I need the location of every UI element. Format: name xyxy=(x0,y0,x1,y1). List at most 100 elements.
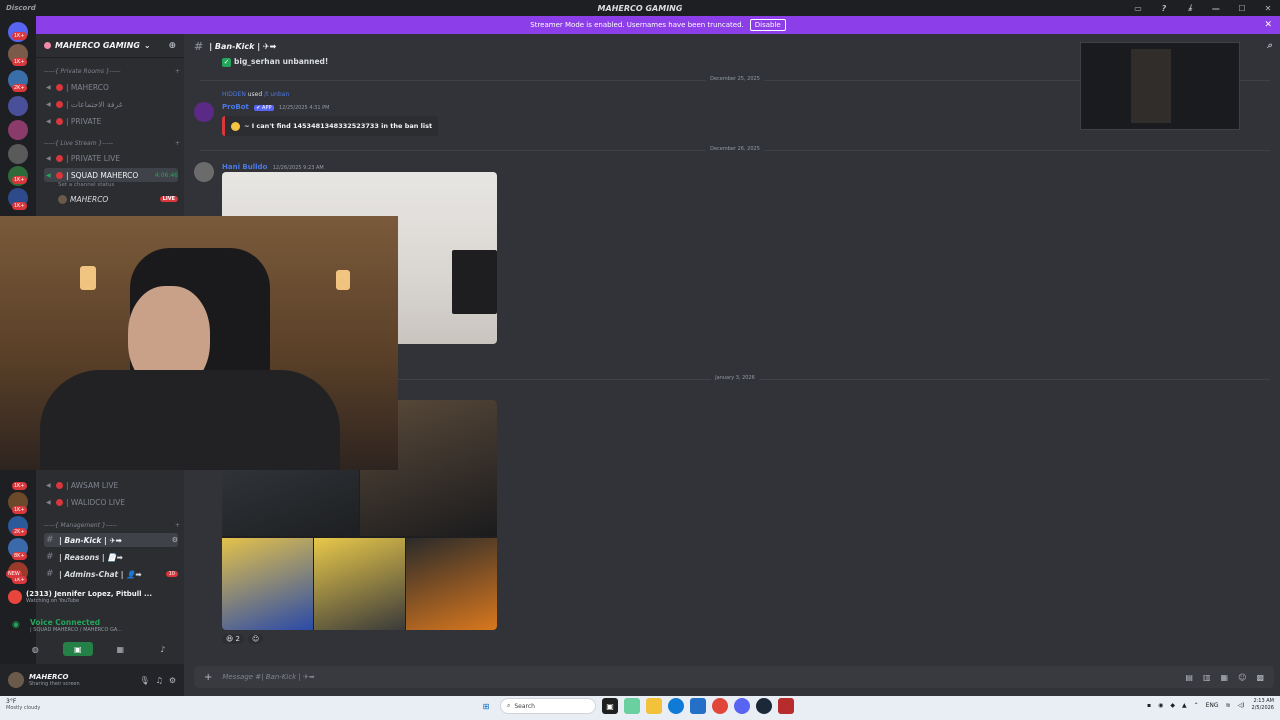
tray-icon[interactable]: ▪ xyxy=(1147,702,1151,709)
server-badge: 1K+ xyxy=(12,32,27,40)
voice-channel-maherco[interactable]: ◀ | MAHERCO xyxy=(44,80,178,94)
voice-member-maherco[interactable]: MAHERCO LIVE xyxy=(56,192,178,206)
search-icon[interactable]: ⌕ xyxy=(1267,41,1272,51)
date-divider: December 26, 2025 xyxy=(200,146,1270,152)
avatar[interactable] xyxy=(194,102,214,122)
add-member-icon[interactable]: ⊕ xyxy=(168,41,176,51)
text-channel-admins-chat[interactable]: # | Admins-Chat | 👤➡ 10 xyxy=(44,567,178,581)
lamp-right xyxy=(336,270,350,290)
task-view-icon[interactable]: ▣ xyxy=(602,698,618,714)
command-name[interactable]: /t unban xyxy=(264,91,289,98)
gear-icon[interactable]: ⚙ xyxy=(169,676,176,685)
command-used-label: used xyxy=(247,91,263,98)
attach-plus-icon[interactable]: + xyxy=(204,672,212,683)
server-badge: 1K+ xyxy=(12,176,27,184)
message-input[interactable]: Message #| Ban-Kick | ✈➡ xyxy=(222,673,314,681)
message-header: Hani Bulldo 12/26/2025 9:23 AM xyxy=(222,162,324,171)
message-author[interactable]: ProBot xyxy=(222,103,249,111)
reaction-count: 2 xyxy=(235,635,240,643)
volume-icon[interactable]: ◁) xyxy=(1238,702,1245,709)
file-explorer-icon[interactable] xyxy=(646,698,662,714)
camera-off-icon[interactable]: ◍ xyxy=(20,642,50,656)
message-author[interactable]: Hani Bulldo xyxy=(222,163,267,171)
tray-icon[interactable]: ◆ xyxy=(1170,702,1175,709)
category-private-rooms[interactable]: -----{ Private Rooms }----- + xyxy=(44,68,180,75)
red-dot-icon xyxy=(56,498,63,506)
weather-widget[interactable]: 3°F Mostly cloudy xyxy=(6,698,40,711)
channel-status[interactable]: Set a channel status xyxy=(58,182,114,188)
settings-icon[interactable]: ⚙ xyxy=(172,536,178,544)
voice-channel-awsam-live[interactable]: ◀ | AWSAM LIVE xyxy=(44,478,178,492)
wifi-icon[interactable]: ≋ xyxy=(1226,702,1231,709)
close-icon[interactable]: ✕ xyxy=(1264,20,1272,30)
category-management[interactable]: -----{ Management }----- + xyxy=(44,522,180,529)
command-user[interactable]: HIDDEN xyxy=(222,91,246,98)
headphones-icon[interactable]: ♫ xyxy=(156,676,163,685)
steam-icon[interactable] xyxy=(756,698,772,714)
server-icon[interactable] xyxy=(8,144,28,164)
category-live-stream[interactable]: -----{ Live Stream }----- + xyxy=(44,140,180,147)
voice-connected-panel[interactable]: Voice Connected | SQUAD MAHERCO / MAHERC… xyxy=(30,618,122,633)
voice-channel-squad-maherco[interactable]: ◀ | SQUAD MAHERCO 4:06:46 xyxy=(44,168,178,182)
stream-preview-popout[interactable] xyxy=(1080,42,1240,130)
mic-icon[interactable]: 🎙 xyxy=(140,676,150,685)
sticker-icon[interactable]: ▦ xyxy=(1221,673,1229,682)
minimize-button[interactable]: — xyxy=(1210,2,1222,14)
window-title: MAHERCO GAMING xyxy=(597,3,683,13)
obs-icon[interactable] xyxy=(778,698,794,714)
server-header[interactable]: MAHERCO GAMING ⌄ ⊕ xyxy=(36,34,184,58)
close-window-button[interactable]: ✕ xyxy=(1262,2,1274,14)
tray-icon[interactable]: ▲ xyxy=(1182,702,1187,709)
tray-icon[interactable]: ⌃ xyxy=(1194,702,1199,709)
add-reaction-icon[interactable]: ☺ xyxy=(248,634,264,644)
voice-channel-meeting-room[interactable]: ◀ | غرفة الاجتماعات xyxy=(44,97,178,111)
voice-channel-private-live[interactable]: ◀ | PRIVATE LIVE xyxy=(44,151,178,165)
download-icon[interactable]: ⤓ xyxy=(1184,2,1196,14)
category-label: -----{ Live Stream }----- xyxy=(44,140,114,147)
date-label: December 25, 2025 xyxy=(706,76,764,82)
chrome-icon[interactable] xyxy=(712,698,728,714)
inbox-icon[interactable]: ▭ xyxy=(1132,2,1144,14)
start-icon[interactable]: ⊞ xyxy=(478,698,494,714)
server-name: MAHERCO GAMING xyxy=(55,41,140,50)
gif-icon[interactable]: ▥ xyxy=(1203,673,1211,682)
plus-icon[interactable]: + xyxy=(175,140,180,147)
soundboard-icon[interactable]: ♪ xyxy=(148,642,178,656)
avatar[interactable] xyxy=(8,672,24,688)
reaction-laugh[interactable]: 😆 2 xyxy=(222,634,244,644)
widgets-icon[interactable] xyxy=(624,698,640,714)
language-indicator[interactable]: ENG xyxy=(1206,702,1219,709)
activities-icon[interactable]: ▦ xyxy=(105,642,135,656)
reactions-row: 😆 2 ☺ xyxy=(222,634,264,644)
now-playing-sub: Watching on YouTube xyxy=(26,598,80,604)
plus-icon[interactable]: + xyxy=(175,68,180,75)
voice-channel-walidco-live[interactable]: ◀ | WALIDCO LIVE xyxy=(44,495,178,509)
collage-tile xyxy=(222,538,313,630)
disable-streamer-mode-button[interactable]: Disable xyxy=(749,19,786,31)
preview-figure xyxy=(1131,49,1171,123)
edge-icon[interactable] xyxy=(668,698,684,714)
voice-channel-private[interactable]: ◀ | PRIVATE xyxy=(44,114,178,128)
clock[interactable]: 2:13 AM 2/5/2026 xyxy=(1252,698,1274,712)
screen-share-icon[interactable]: ▣ xyxy=(62,642,93,656)
help-icon[interactable]: ? xyxy=(1158,2,1170,14)
message-timestamp: 12/26/2025 9:23 AM xyxy=(272,165,324,171)
taskbar-search[interactable]: ⌕ Search xyxy=(500,698,596,714)
speaker-icon: ◀ xyxy=(46,171,51,179)
text-channel-ban-kick[interactable]: # | Ban-Kick | ✈➡ ⚙ xyxy=(44,533,178,547)
now-playing-title: (2313) Jennifer Lopez, Pitbull ... xyxy=(26,590,152,598)
message-header: ProBot ✔ APP 12/25/2025 4:31 PM xyxy=(222,102,329,111)
tray-icon[interactable]: ◉ xyxy=(1158,702,1163,709)
maximize-button[interactable]: ☐ xyxy=(1236,2,1248,14)
emoji-icon[interactable]: ☺ xyxy=(1238,673,1246,682)
plus-icon[interactable]: + xyxy=(175,522,180,529)
server-icon[interactable] xyxy=(8,96,28,116)
now-playing-panel[interactable]: (2313) Jennifer Lopez, Pitbull ... Watch… xyxy=(8,590,178,604)
server-icon[interactable] xyxy=(8,120,28,140)
store-icon[interactable] xyxy=(690,698,706,714)
apps-icon[interactable]: ▩ xyxy=(1256,673,1264,682)
discord-icon[interactable] xyxy=(734,698,750,714)
gift-icon[interactable]: ▤ xyxy=(1185,673,1193,682)
avatar[interactable] xyxy=(194,162,214,182)
text-channel-reasons[interactable]: # | Reasons | 📄➡ xyxy=(44,550,178,564)
